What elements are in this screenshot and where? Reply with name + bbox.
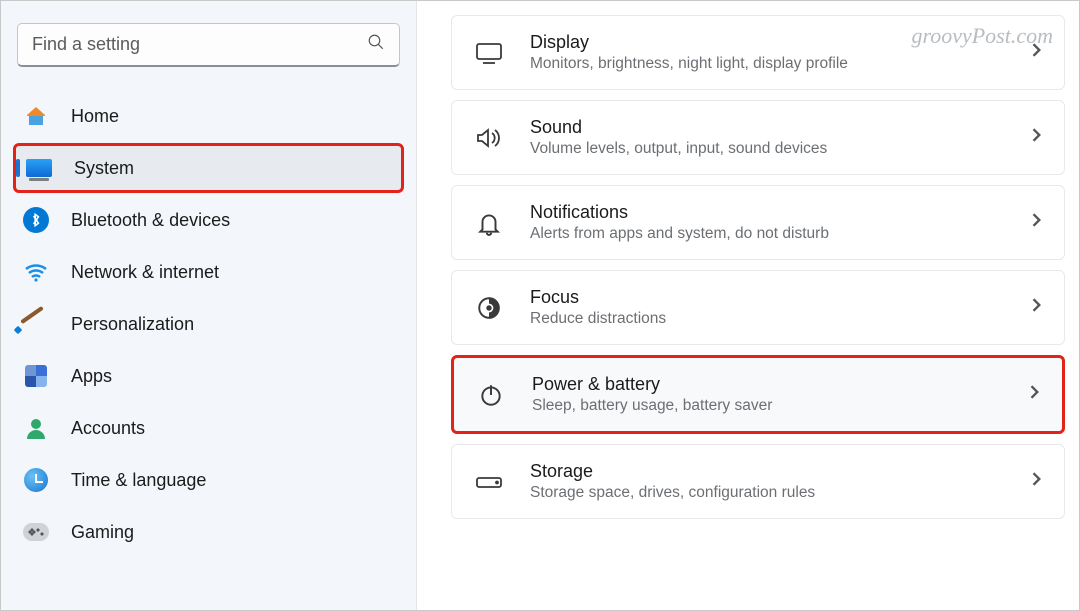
setting-card-sound[interactable]: Sound Volume levels, output, input, soun… xyxy=(451,100,1065,175)
sidebar-item-system[interactable]: System xyxy=(13,143,404,193)
globe-clock-icon xyxy=(23,467,49,493)
sidebar-item-time[interactable]: Time & language xyxy=(13,455,404,505)
setting-title: Sound xyxy=(530,117,1004,138)
brush-icon xyxy=(23,311,49,337)
monitor-icon xyxy=(474,38,504,68)
sidebar-item-label: Personalization xyxy=(71,314,194,335)
setting-subtitle: Alerts from apps and system, do not dist… xyxy=(530,225,1004,243)
setting-title: Notifications xyxy=(530,202,1004,223)
sidebar-item-apps[interactable]: Apps xyxy=(13,351,404,401)
apps-icon xyxy=(23,363,49,389)
setting-card-display[interactable]: Display Monitors, brightness, night ligh… xyxy=(451,15,1065,90)
chevron-right-icon xyxy=(1030,213,1044,232)
sidebar-item-gaming[interactable]: Gaming xyxy=(13,507,404,557)
setting-subtitle: Monitors, brightness, night light, displ… xyxy=(530,55,1004,73)
home-icon xyxy=(23,103,49,129)
setting-subtitle: Sleep, battery usage, battery saver xyxy=(532,397,1002,415)
bell-icon xyxy=(474,208,504,238)
speaker-icon xyxy=(474,123,504,153)
setting-card-focus[interactable]: Focus Reduce distractions xyxy=(451,270,1065,345)
sidebar-item-label: Apps xyxy=(71,366,112,387)
sidebar-item-bluetooth[interactable]: Bluetooth & devices xyxy=(13,195,404,245)
setting-subtitle: Volume levels, output, input, sound devi… xyxy=(530,140,1004,158)
chevron-right-icon xyxy=(1028,385,1042,404)
sidebar-item-home[interactable]: Home xyxy=(13,91,404,141)
sidebar-item-personalization[interactable]: Personalization xyxy=(13,299,404,349)
system-icon xyxy=(26,155,52,181)
main-panel: groovyPost.com Display Monitors, brightn… xyxy=(417,1,1079,610)
setting-card-notifications[interactable]: Notifications Alerts from apps and syste… xyxy=(451,185,1065,260)
sidebar: Home System Bluetooth & devices Network … xyxy=(1,1,417,610)
sidebar-item-network[interactable]: Network & internet xyxy=(13,247,404,297)
sidebar-item-label: Network & internet xyxy=(71,262,219,283)
sidebar-item-accounts[interactable]: Accounts xyxy=(13,403,404,453)
setting-card-power[interactable]: Power & battery Sleep, battery usage, ba… xyxy=(451,355,1065,434)
person-icon xyxy=(23,415,49,441)
power-icon xyxy=(476,380,506,410)
setting-title: Focus xyxy=(530,287,1004,308)
chevron-right-icon xyxy=(1030,472,1044,491)
sidebar-item-label: Home xyxy=(71,106,119,127)
drive-icon xyxy=(474,467,504,497)
gamepad-icon xyxy=(23,519,49,545)
search-input[interactable] xyxy=(32,34,367,55)
search-icon xyxy=(367,33,385,56)
wifi-icon xyxy=(23,259,49,285)
sidebar-item-label: Time & language xyxy=(71,470,206,491)
setting-title: Power & battery xyxy=(532,374,1002,395)
chevron-right-icon xyxy=(1030,43,1044,62)
setting-title: Storage xyxy=(530,461,1004,482)
target-icon xyxy=(474,293,504,323)
chevron-right-icon xyxy=(1030,298,1044,317)
chevron-right-icon xyxy=(1030,128,1044,147)
setting-subtitle: Reduce distractions xyxy=(530,310,1004,328)
sidebar-item-label: Accounts xyxy=(71,418,145,439)
sidebar-item-label: Bluetooth & devices xyxy=(71,210,230,231)
sidebar-item-label: Gaming xyxy=(71,522,134,543)
setting-card-storage[interactable]: Storage Storage space, drives, configura… xyxy=(451,444,1065,519)
sidebar-item-label: System xyxy=(74,158,134,179)
setting-title: Display xyxy=(530,32,1004,53)
search-box[interactable] xyxy=(17,23,400,67)
setting-subtitle: Storage space, drives, configuration rul… xyxy=(530,484,1004,502)
bluetooth-icon xyxy=(23,207,49,233)
